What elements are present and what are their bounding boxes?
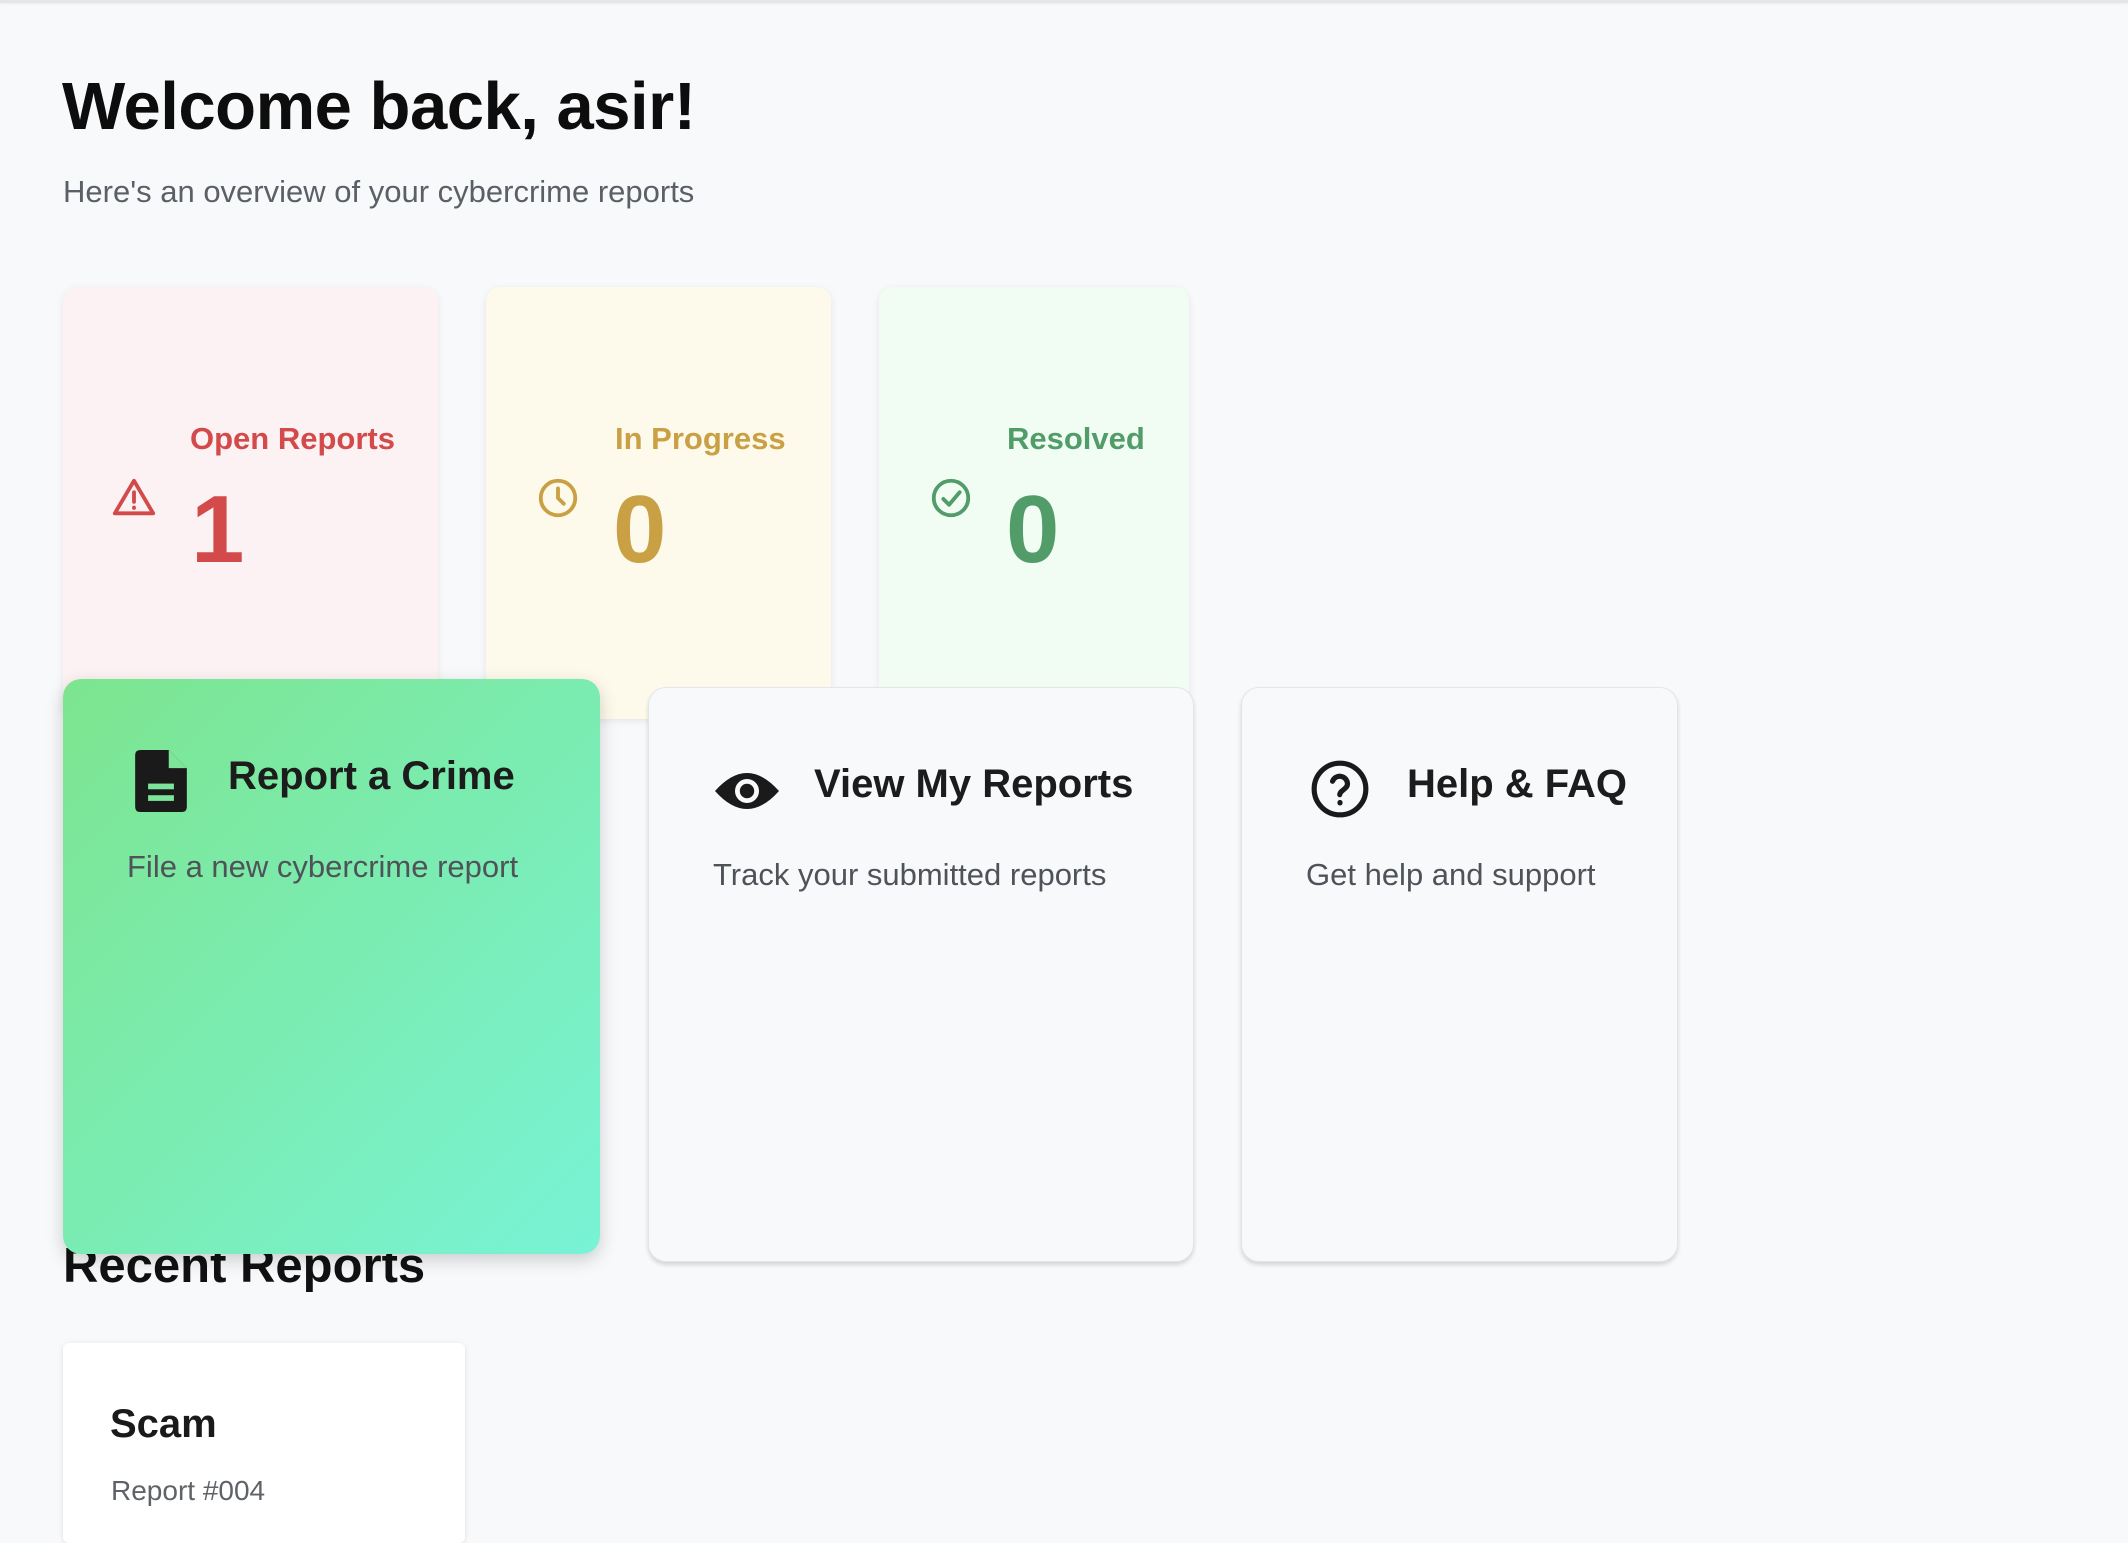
top-divider: [0, 0, 2128, 3]
help-circle-icon: [1311, 760, 1369, 818]
report-crime-card[interactable]: Report a Crime File a new cybercrime rep…: [63, 679, 600, 1254]
document-icon: [135, 750, 187, 812]
report-id: Report #004: [111, 1475, 266, 1506]
stat-label: Resolved: [1007, 421, 1145, 456]
action-description: Get help and support: [1306, 857, 1596, 892]
action-title: View My Reports: [814, 762, 1134, 806]
stat-label: Open Reports: [190, 421, 395, 456]
view-reports-card[interactable]: View My Reports Track your submitted rep…: [648, 687, 1194, 1262]
page-title: Welcome back, asir!: [62, 69, 696, 144]
action-title: Report a Crime: [228, 754, 515, 798]
warning-triangle-icon: [112, 478, 156, 516]
page-subtitle: Here's an overview of your cybercrime re…: [63, 174, 695, 209]
report-card[interactable]: Scam Report #004: [63, 1343, 465, 1543]
stat-value: 0: [1006, 476, 1060, 583]
clock-icon: [538, 478, 578, 518]
stat-card-resolved: Resolved 0: [879, 287, 1189, 719]
stat-value: 0: [613, 476, 667, 583]
action-title: Help & FAQ: [1407, 762, 1628, 806]
stat-value: 1: [191, 476, 245, 583]
help-faq-card[interactable]: Help & FAQ Get help and support: [1241, 687, 1678, 1262]
check-circle-icon: [931, 478, 971, 518]
report-title: Scam: [110, 1402, 217, 1446]
stat-label: In Progress: [615, 421, 786, 456]
action-description: Track your submitted reports: [713, 857, 1107, 892]
stat-card-in-progress: In Progress 0: [486, 287, 831, 719]
stat-card-open-reports: Open Reports 1: [63, 287, 438, 719]
eye-icon: [715, 773, 779, 809]
action-description: File a new cybercrime report: [127, 849, 519, 884]
